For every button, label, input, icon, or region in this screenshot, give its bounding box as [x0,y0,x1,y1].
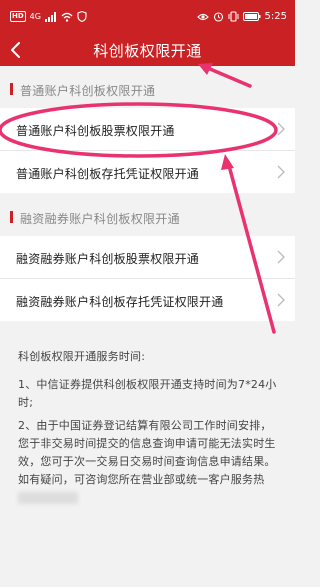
section-accent-bar [10,83,13,95]
app-header: 科创板权限开通 [0,34,295,66]
notes-item-2: 2、由于中国证券登记结算有限公司工作时间安排，您于非交易时间提交的信息查询申请可… [18,417,280,507]
section-header-margin: 融资融券账户科创板权限开通 [0,202,295,232]
menu-item-label: 融资融券账户科创板存托凭证权限开通 [16,295,224,309]
section-title: 普通账户科创板权限开通 [20,84,156,98]
menu-item-normal-stock[interactable]: 普通账户科创板股票权限开通 [0,108,295,150]
wifi-icon [61,12,73,22]
shield-icon [77,11,87,22]
menu-item-margin-stock[interactable]: 融资融券账户科创板股票权限开通 [0,236,295,278]
section-header-normal: 普通账户科创板权限开通 [0,74,295,104]
battery-icon [242,12,261,21]
menu-item-margin-depositary[interactable]: 融资融券账户科创板存托凭证权限开通 [0,279,295,321]
eye-icon [196,13,209,20]
section-accent-bar [10,211,13,223]
hd-badge: HD [10,11,26,22]
menu-item-label: 普通账户科创板股票权限开通 [16,124,175,138]
status-right: 5:25 [196,11,287,22]
notes-item-1: 1、中信证券提供科创板权限开通支持时间为7*24小时; [18,378,277,409]
page-title: 科创板权限开通 [93,42,202,60]
menu-item-normal-depositary[interactable]: 普通账户科创板存托凭证权限开通 [0,151,295,193]
clock: 5:25 [264,11,287,22]
redacted-phone [18,492,78,504]
status-bar: HD 4G 5:25 [0,0,295,34]
vibrate-icon [228,11,239,22]
alarm-icon [213,12,223,22]
menu-item-label: 融资融券账户科创板股票权限开通 [16,252,200,266]
status-left: HD 4G [10,11,87,22]
chevron-right-icon [277,122,285,136]
chevron-right-icon [277,293,285,307]
chevron-right-icon [277,250,285,264]
chevron-right-icon [277,165,285,179]
notes-title: 科创板权限开通服务时间: [18,350,146,363]
service-notes: 科创板权限开通服务时间: 1、中信证券提供科创板权限开通支持时间为7*24小时;… [18,348,280,512]
section-title: 融资融券账户科创板权限开通 [20,212,180,226]
network-type: 4G [29,12,41,21]
signal-icon [44,11,56,22]
menu-item-label: 普通账户科创板存托凭证权限开通 [16,167,200,181]
notes-item-2-text: 2、由于中国证券登记结算有限公司工作时间安排，您于非交易时间提交的信息查询申请可… [18,419,276,486]
